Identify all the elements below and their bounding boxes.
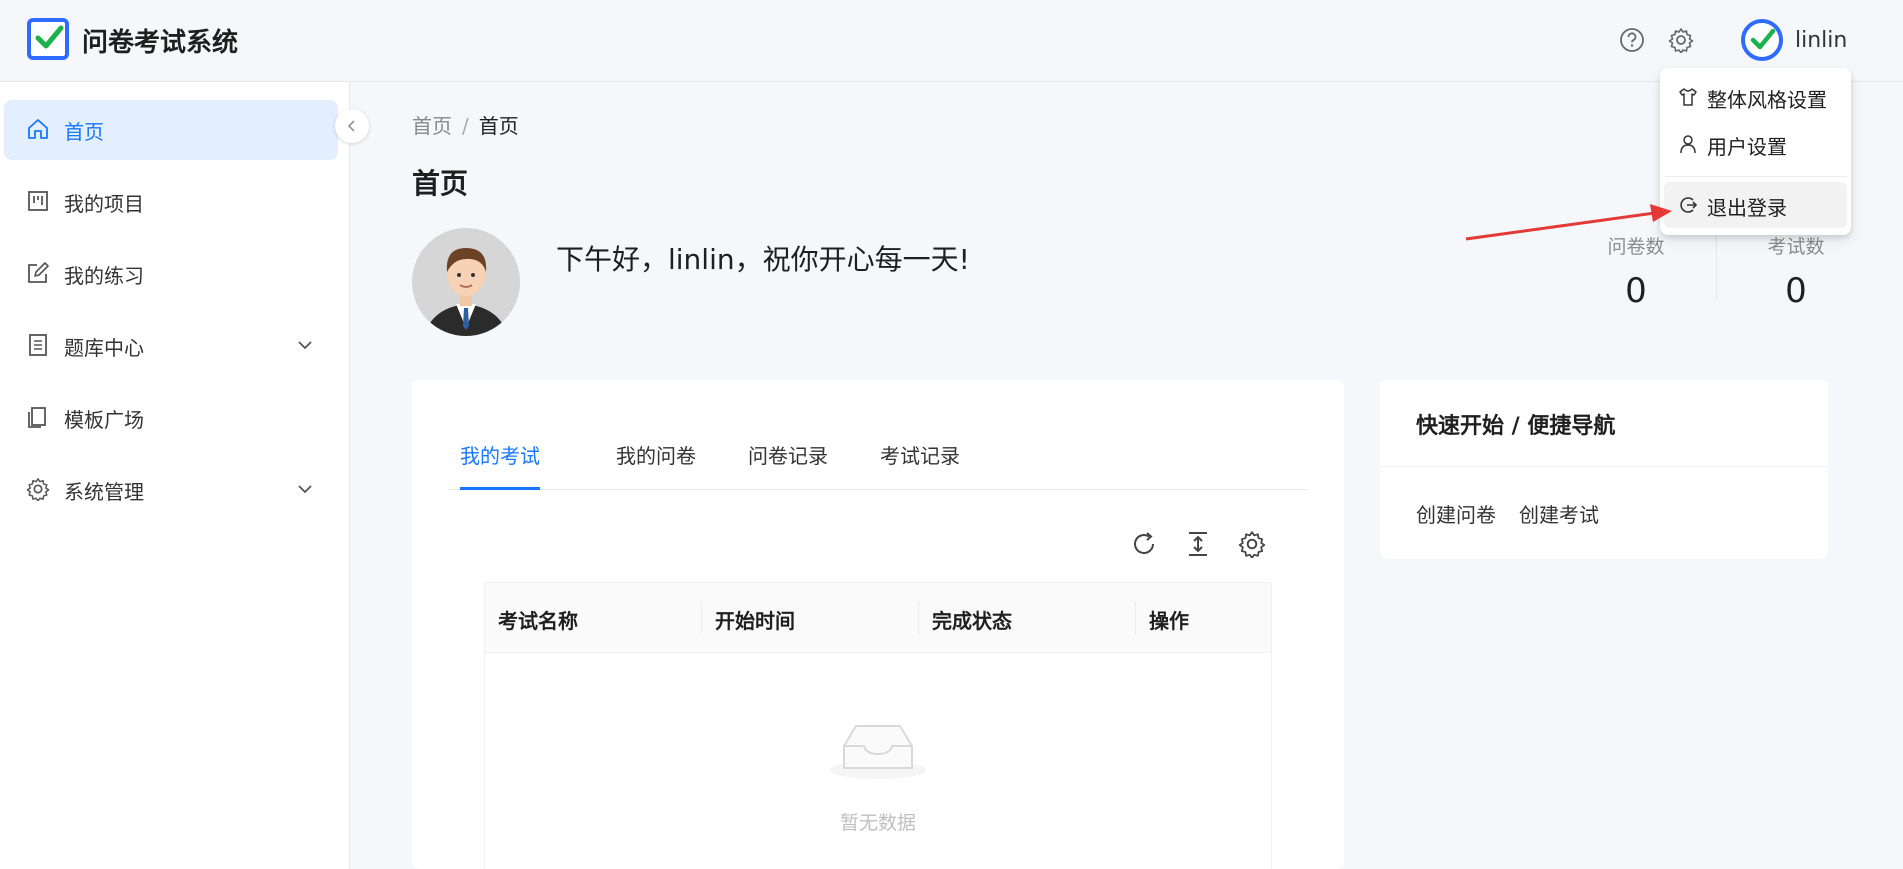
column-divider <box>1135 601 1136 635</box>
breadcrumb-current: 首页 <box>478 114 519 138</box>
divider <box>1380 466 1828 467</box>
stat-questionnaires: 问卷数 0 <box>1556 232 1716 311</box>
create-exam-link[interactable]: 创建考试 <box>1519 499 1599 528</box>
template-icon <box>26 405 52 431</box>
menu-item-theme-settings[interactable]: 整体风格设置 <box>1664 74 1847 120</box>
table-header: 考试名称 开始时间 完成状态 操作 <box>485 583 1271 653</box>
menu-item-label: 整体风格设置 <box>1707 88 1827 112</box>
refresh-icon[interactable] <box>1130 530 1158 558</box>
app-logo-icon <box>27 18 69 60</box>
sidebar-item-templates[interactable]: 模板广场 <box>4 388 338 448</box>
stat-value: 0 <box>1785 271 1807 311</box>
user-avatar-icon[interactable] <box>1741 19 1783 61</box>
breadcrumb-separator: / <box>462 114 469 138</box>
app-title: 问卷考试系统 <box>82 28 239 58</box>
records-card: 我的考试 我的问卷 问卷记录 考试记录 考试名称 开始时间 完成状态 操作 暂无… <box>412 380 1344 869</box>
sidebar-item-label: 模板广场 <box>64 408 144 432</box>
page-title: 首页 <box>412 167 469 200</box>
quick-start-card: 快速开始 / 便捷导航 创建问卷 创建考试 <box>1380 380 1828 559</box>
user-dropdown-menu: 整体风格设置 用户设置 退出登录 <box>1660 68 1851 235</box>
gear-icon[interactable] <box>1668 27 1694 54</box>
menu-divider <box>1664 176 1847 177</box>
sidebar: 首页 我的项目 我的练习 题库中心 模板广场 系统管理 <box>0 82 350 869</box>
sidebar-item-label: 题库中心 <box>64 336 144 360</box>
tab-questionnaire-records[interactable]: 问卷记录 <box>748 440 828 490</box>
logout-icon <box>1678 195 1698 215</box>
stat-value: 0 <box>1625 271 1647 311</box>
menu-item-user-settings[interactable]: 用户设置 <box>1664 121 1847 167</box>
column-divider <box>701 601 702 635</box>
tab-exam-records[interactable]: 考试记录 <box>880 440 960 490</box>
column-header[interactable]: 考试名称 <box>498 605 578 634</box>
edit-icon <box>26 261 52 287</box>
stat-label: 考试数 <box>1767 236 1825 258</box>
username[interactable]: linlin <box>1795 28 1847 53</box>
column-header[interactable]: 开始时间 <box>715 605 795 634</box>
create-questionnaire-link[interactable]: 创建问卷 <box>1416 499 1496 528</box>
chevron-down-icon <box>294 478 316 500</box>
column-header[interactable]: 完成状态 <box>932 605 1012 634</box>
gear-icon <box>26 477 52 503</box>
records-tabs: 我的考试 我的问卷 问卷记录 考试记录 <box>448 440 1308 490</box>
breadcrumb-root[interactable]: 首页 <box>412 114 452 138</box>
top-header: 问卷考试系统 linlin <box>0 0 1903 82</box>
home-icon <box>26 117 52 143</box>
sidebar-item-system[interactable]: 系统管理 <box>4 460 338 520</box>
empty-text: 暂无数据 <box>839 812 916 834</box>
sidebar-item-label: 首页 <box>64 120 104 144</box>
empty-inbox-icon <box>830 718 926 786</box>
column-height-icon[interactable] <box>1184 530 1212 558</box>
avatar <box>412 228 520 336</box>
project-icon <box>26 189 52 215</box>
sidebar-item-question-bank[interactable]: 题库中心 <box>4 316 338 376</box>
chevron-down-icon <box>294 334 316 356</box>
menu-item-label: 退出登录 <box>1707 196 1787 220</box>
column-divider <box>918 601 919 635</box>
sidebar-item-label: 我的练习 <box>64 264 144 288</box>
menu-item-label: 用户设置 <box>1707 135 1787 159</box>
greeting-text: 下午好，linlin，祝你开心每一天! <box>556 243 970 276</box>
quick-start-title: 快速开始 / 便捷导航 <box>1416 414 1616 439</box>
breadcrumb: 首页 / 首页 <box>412 110 519 139</box>
stat-label: 问卷数 <box>1607 236 1665 258</box>
sidebar-item-projects[interactable]: 我的项目 <box>4 172 338 232</box>
question-circle-icon[interactable] <box>1619 27 1645 53</box>
tab-my-questionnaires[interactable]: 我的问卷 <box>616 440 696 490</box>
sidebar-item-home[interactable]: 首页 <box>4 100 338 160</box>
sidebar-item-label: 系统管理 <box>64 480 144 504</box>
sidebar-collapse-button[interactable] <box>335 109 369 143</box>
column-header[interactable]: 操作 <box>1149 605 1189 634</box>
sidebar-item-label: 我的项目 <box>64 192 144 216</box>
sidebar-item-practice[interactable]: 我的练习 <box>4 244 338 304</box>
tab-my-exams[interactable]: 我的考试 <box>460 440 540 490</box>
exams-table: 考试名称 开始时间 完成状态 操作 暂无数据 <box>484 582 1272 869</box>
menu-item-logout[interactable]: 退出登录 <box>1664 182 1847 228</box>
shirt-icon <box>1678 87 1698 107</box>
question-bank-icon <box>26 333 52 359</box>
table-settings-gear-icon[interactable] <box>1238 530 1266 559</box>
stat-exams: 考试数 0 <box>1716 232 1876 311</box>
user-icon <box>1678 134 1698 154</box>
